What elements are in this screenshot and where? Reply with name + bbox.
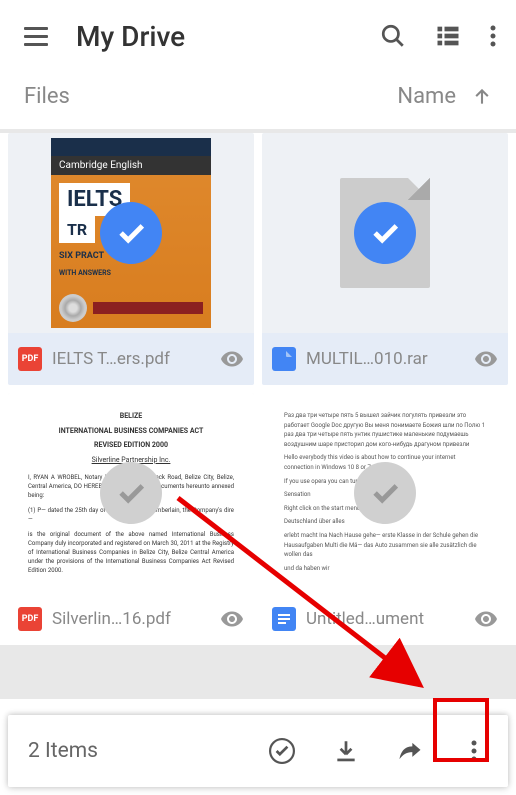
file-icon — [272, 347, 296, 371]
visibility-icon[interactable] — [474, 347, 498, 371]
page-title: My Drive — [76, 20, 380, 53]
check-icon — [368, 216, 402, 250]
file-card[interactable]: MULTIL…010.rar — [262, 133, 508, 385]
offline-button[interactable] — [268, 737, 296, 765]
more-button[interactable] — [490, 24, 496, 48]
visibility-icon[interactable] — [220, 347, 244, 371]
check-icon — [368, 476, 402, 510]
file-card[interactable]: Раз два три четыре пять 5 вышел зайчик п… — [262, 393, 508, 645]
section-label: Files — [24, 84, 70, 109]
search-button[interactable] — [380, 23, 406, 49]
list-view-icon — [434, 22, 462, 50]
view-toggle-button[interactable] — [434, 22, 462, 50]
unselected-badge — [354, 462, 416, 524]
check-icon — [114, 216, 148, 250]
file-card-footer: MULTIL…010.rar — [262, 333, 508, 385]
pdf-icon: PDF — [18, 607, 42, 631]
subheader: Files Name — [0, 72, 516, 129]
file-thumbnail: BELIZE INTERNATIONAL BUSINESS COMPANIES … — [8, 393, 254, 593]
selected-badge — [100, 202, 162, 264]
sort-control[interactable]: Name — [397, 84, 492, 109]
file-grid: Cambridge English IELTS TR SIX PRACT WIT… — [0, 133, 516, 645]
more-vertical-icon — [471, 739, 477, 763]
gdoc-icon — [272, 607, 296, 631]
download-button[interactable] — [332, 737, 360, 765]
share-button[interactable] — [396, 737, 424, 765]
menu-button[interactable] — [20, 20, 52, 52]
file-name: Untitled…ument — [306, 609, 464, 629]
topbar-actions — [380, 22, 496, 50]
hamburger-icon — [24, 27, 48, 46]
visibility-icon[interactable] — [220, 607, 244, 631]
visibility-icon[interactable] — [474, 607, 498, 631]
selection-action-bar: 2 Items — [8, 715, 508, 787]
file-card-footer: Untitled…ument — [262, 593, 508, 645]
file-thumbnail — [262, 133, 508, 333]
pdf-icon: PDF — [18, 347, 42, 371]
file-card[interactable]: Cambridge English IELTS TR SIX PRACT WIT… — [8, 133, 254, 385]
file-name: MULTIL…010.rar — [306, 349, 464, 369]
actionbar-buttons — [268, 737, 488, 765]
more-vertical-icon — [490, 24, 496, 48]
unselected-badge — [100, 462, 162, 524]
file-thumbnail: Раз два три четыре пять 5 вышел зайчик п… — [262, 393, 508, 593]
file-card-footer: PDF Silverlin…16.pdf — [8, 593, 254, 645]
file-thumbnail: Cambridge English IELTS TR SIX PRACT WIT… — [8, 133, 254, 333]
check-icon — [114, 476, 148, 510]
file-card[interactable]: BELIZE INTERNATIONAL BUSINESS COMPANIES … — [8, 393, 254, 645]
file-name: Silverlin…16.pdf — [52, 609, 210, 629]
search-icon — [380, 23, 406, 49]
download-icon — [333, 738, 359, 764]
offline-icon — [269, 738, 295, 764]
file-grid-wrapper: Cambridge English IELTS TR SIX PRACT WIT… — [0, 129, 516, 699]
selection-count: 2 Items — [28, 739, 256, 763]
share-icon — [396, 737, 424, 765]
top-bar: My Drive — [0, 0, 516, 72]
arrow-up-icon — [472, 87, 492, 107]
file-name: IELTS T…ers.pdf — [52, 349, 210, 369]
sort-label: Name — [397, 84, 456, 109]
more-actions-button[interactable] — [460, 737, 488, 765]
selected-badge — [354, 202, 416, 264]
file-card-footer: PDF IELTS T…ers.pdf — [8, 333, 254, 385]
